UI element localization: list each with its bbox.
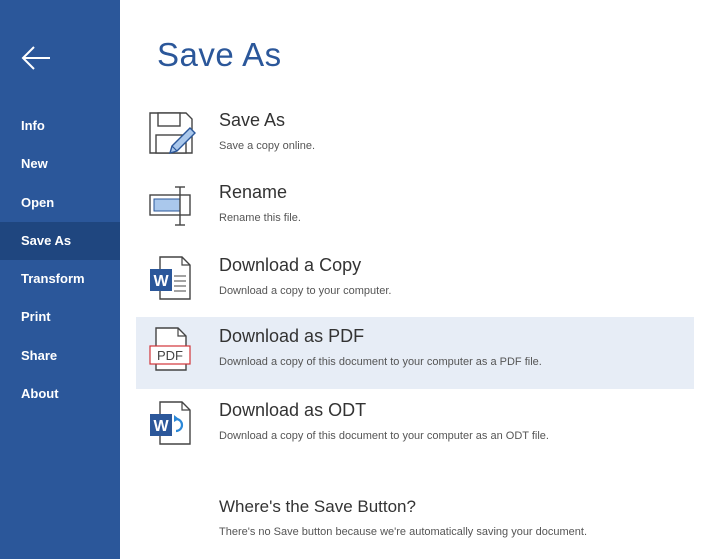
sidebar-item-open[interactable]: Open bbox=[0, 184, 120, 222]
download-pdf-option[interactable]: PDF Download as PDF Download a copy of t… bbox=[136, 317, 694, 389]
save-as-option[interactable]: Save As Save a copy online. bbox=[136, 101, 694, 173]
download-odt-option[interactable]: W Download as ODT Download a copy of thi… bbox=[136, 391, 694, 463]
rename-option[interactable]: Rename Rename this file. bbox=[136, 173, 694, 245]
download-copy-option[interactable]: W Download a Copy Download a copy to you… bbox=[136, 246, 694, 318]
option-description: Rename this file. bbox=[219, 212, 301, 224]
option-description: Save a copy online. bbox=[219, 140, 316, 152]
option-description: Download a copy of this document to your… bbox=[219, 356, 542, 368]
odt-icon: W bbox=[148, 399, 196, 447]
sidebar-item-about[interactable]: About bbox=[0, 375, 120, 413]
svg-text:W: W bbox=[153, 273, 169, 290]
save-button-help: Where's the Save Button? There's no Save… bbox=[219, 497, 587, 538]
sidebar: Info New Open Save As Transform Print Sh… bbox=[0, 0, 120, 559]
pdf-icon-label: PDF bbox=[157, 348, 183, 363]
option-title: Rename bbox=[219, 182, 288, 202]
save-as-icon bbox=[148, 109, 196, 157]
help-description: There's no Save button because we're aut… bbox=[219, 526, 588, 538]
svg-text:W: W bbox=[153, 418, 169, 435]
option-title: Download as ODT bbox=[219, 400, 367, 420]
pdf-icon: PDF bbox=[148, 325, 196, 373]
option-title: Download as PDF bbox=[219, 326, 365, 346]
option-title: Save As bbox=[219, 110, 286, 130]
sidebar-item-print[interactable]: Print bbox=[0, 298, 120, 336]
word-document-icon: W bbox=[148, 254, 196, 302]
back-arrow-icon[interactable] bbox=[20, 42, 52, 74]
option-description: Download a copy of this document to your… bbox=[219, 430, 549, 442]
page-title: Save As bbox=[157, 36, 282, 73]
sidebar-item-transform[interactable]: Transform bbox=[0, 260, 120, 298]
sidebar-item-info[interactable]: Info bbox=[0, 107, 120, 145]
sidebar-item-save-as[interactable]: Save As bbox=[0, 222, 120, 260]
sidebar-item-share[interactable]: Share bbox=[0, 337, 120, 375]
option-description: Download a copy to your computer. bbox=[219, 285, 392, 297]
rename-icon bbox=[148, 181, 196, 229]
option-title: Download a Copy bbox=[219, 255, 362, 275]
sidebar-item-new[interactable]: New bbox=[0, 145, 120, 183]
main-panel: Save As Save As Save a copy online. Rena… bbox=[120, 0, 710, 559]
help-title: Where's the Save Button? bbox=[219, 497, 416, 516]
